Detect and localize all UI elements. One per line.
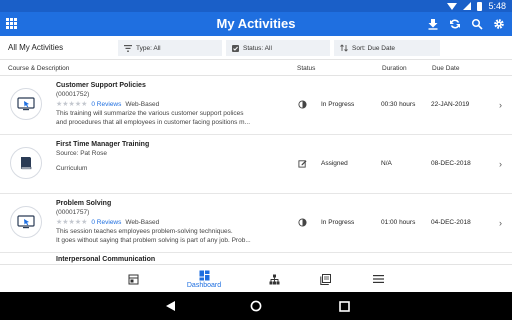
system-status-bar: 5:48 [0, 0, 512, 12]
org-chart-icon [268, 273, 280, 285]
tab-menu[interactable] [348, 265, 408, 293]
chevron-right-icon[interactable]: › [499, 100, 502, 110]
home-icon[interactable] [249, 299, 263, 313]
description-line-2: and procedures that all employees in cus… [56, 118, 251, 126]
download-icon[interactable] [426, 17, 440, 31]
type-filter[interactable]: Type: All [118, 40, 222, 56]
activity-duration: 00:30 hours [381, 101, 416, 108]
rating-stars: ★★★★★ [56, 101, 88, 108]
chevron-right-icon[interactable]: › [499, 159, 502, 169]
rating-stars: ★★★★★ [56, 219, 88, 226]
half-circle-icon [298, 100, 307, 109]
tab-catalog[interactable] [103, 265, 163, 293]
activity-duration: 01:00 hours [381, 219, 416, 226]
activity-row[interactable]: Interpersonal Communication [0, 253, 512, 263]
library-icon [319, 273, 331, 285]
status-column-header: Status [297, 65, 316, 72]
book-icon [10, 147, 42, 179]
table-header: Course & Description Status Duration Due… [0, 62, 512, 76]
tab-dashboard-label: Dashboard [186, 281, 222, 289]
status-filter-icon [232, 44, 239, 52]
activity-description: This session teaches employees problem-s… [56, 228, 286, 245]
activity-status: In Progress [321, 101, 355, 108]
activity-due-date: 04-DEC-2018 [431, 219, 471, 226]
computer-training-icon [10, 206, 42, 238]
dashboard-icon [198, 270, 210, 282]
search-icon[interactable] [470, 17, 484, 31]
sync-icon[interactable] [448, 17, 462, 31]
activity-list: Customer Support Policies (00001752) ★★★… [0, 76, 512, 264]
activity-id: (00001757) [56, 209, 90, 216]
activity-description: This training will summarize the various… [56, 110, 286, 127]
activity-duration: N/A [381, 160, 392, 167]
activity-due-date: 08-DEC-2018 [431, 160, 471, 167]
activity-type: Curriculum [56, 165, 88, 172]
filter-icon [124, 44, 132, 52]
status-filter[interactable]: Status: All [226, 40, 330, 56]
type-filter-label: Type: All [136, 44, 161, 52]
chevron-right-icon[interactable]: › [499, 218, 502, 228]
computer-training-icon [10, 88, 42, 120]
activity-status: Assigned [321, 160, 348, 167]
activity-source: Source: Pat Rose [56, 150, 107, 157]
description-line-1: This session teaches employees problem-s… [56, 228, 233, 235]
menu-icon [372, 273, 384, 285]
status-filter-label: Status: All [243, 44, 272, 52]
all-activities-label: All My Activities [8, 43, 64, 52]
gear-icon[interactable] [492, 17, 506, 31]
activity-row[interactable]: Customer Support Policies (00001752) ★★★… [0, 76, 512, 135]
signal-icon [463, 2, 472, 10]
app-bar: My Activities [0, 12, 512, 36]
activity-title: First Time Manager Training [56, 141, 150, 148]
activity-row[interactable]: First Time Manager Training Source: Pat … [0, 135, 512, 194]
activity-due-date: 22-JAN-2019 [431, 101, 470, 108]
system-navigation-bar [0, 292, 512, 320]
description-line-2: It goes without saying that problem solv… [56, 236, 251, 244]
activity-title: Customer Support Policies [56, 82, 146, 89]
sort-filter[interactable]: Sort: Due Date [334, 40, 440, 56]
activity-title: Interpersonal Communication [56, 256, 156, 263]
catalog-icon [127, 273, 139, 285]
activity-status: In Progress [321, 219, 355, 226]
battery-icon [477, 1, 483, 11]
reviews-link[interactable]: 0 Reviews [91, 101, 121, 108]
activity-title: Problem Solving [56, 200, 112, 207]
clock-time: 5:48 [488, 1, 506, 11]
sort-icon [340, 44, 348, 52]
bottom-navigation: Dashboard [0, 264, 512, 292]
due-date-column-header: Due Date [432, 65, 460, 72]
activity-id: (00001752) [56, 91, 90, 98]
course-column-header: Course & Description [8, 65, 70, 72]
sort-filter-label: Sort: Due Date [352, 44, 395, 52]
tab-dashboard[interactable]: Dashboard [174, 265, 234, 293]
tab-library[interactable] [295, 265, 355, 293]
download-icon [447, 2, 458, 10]
description-line-1: This training will summarize the various… [56, 110, 244, 117]
activity-type: Web-Based [125, 218, 160, 226]
activity-row[interactable]: Problem Solving (00001757) ★★★★★ 0 Revie… [0, 194, 512, 253]
reviews-link[interactable]: 0 Reviews [91, 219, 121, 226]
edit-assigned-icon [298, 160, 307, 168]
activity-type: Web-Based [125, 100, 160, 108]
recents-icon[interactable] [337, 299, 351, 313]
duration-column-header: Duration [382, 65, 407, 72]
back-icon[interactable] [163, 299, 177, 313]
filter-bar: All My Activities Type: All Status: All … [0, 36, 512, 60]
half-circle-icon [298, 218, 307, 227]
